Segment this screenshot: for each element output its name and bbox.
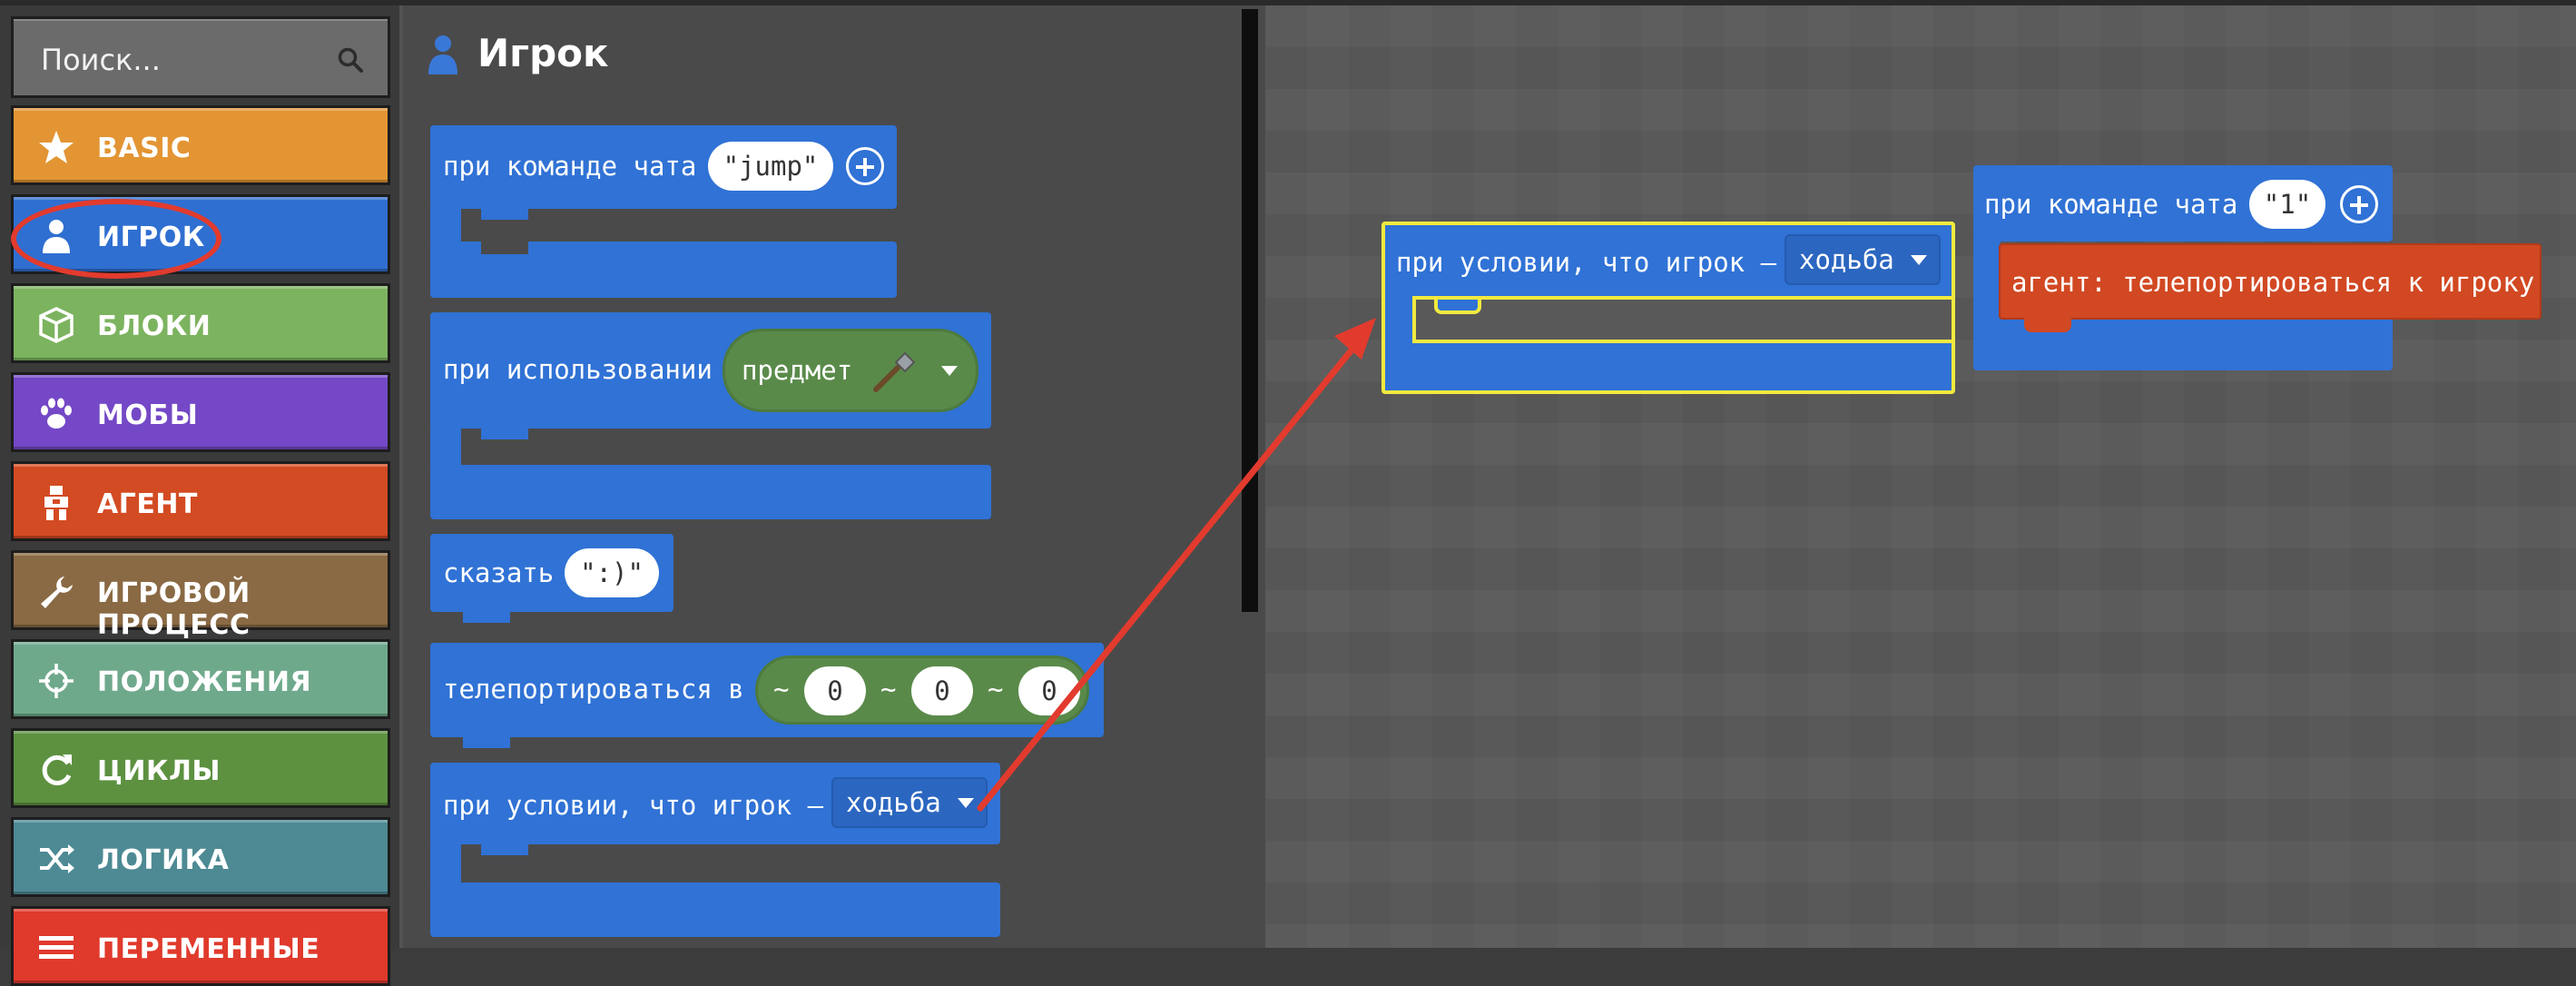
coord-y-field[interactable]: 0: [911, 666, 973, 715]
item-label: предмет: [742, 355, 853, 386]
category-label: ЦИКЛЫ: [97, 755, 221, 787]
list-icon: [39, 936, 74, 959]
person-icon: [428, 35, 457, 74]
category-variables[interactable]: ПЕРЕМЕННЫЕ: [11, 906, 390, 986]
chevron-down-icon: [941, 366, 958, 376]
category-label: ЛОГИКА: [97, 844, 230, 876]
category-label: ИГРОВОЙ ПРОЦЕСС: [97, 577, 251, 641]
state-dropdown[interactable]: ходьба: [1785, 234, 1941, 285]
state-value: ходьба: [846, 787, 941, 818]
tilde-y: ~: [880, 674, 897, 705]
crosshair-icon: [39, 664, 74, 698]
add-parameter-icon[interactable]: [846, 147, 884, 185]
category-label: BASIC: [97, 133, 192, 164]
category-basic[interactable]: BASIC: [11, 105, 390, 185]
category-label: АГЕНТ: [97, 488, 198, 520]
category-blocks[interactable]: БЛОКИ: [11, 283, 390, 363]
wrench-icon: [41, 577, 73, 608]
tilde-x: ~: [773, 674, 790, 705]
star-icon: [39, 131, 74, 163]
toolbox-sidebar: Поиск... BASIC ИГРОК БЛОКИ МОБЫ АГЕНТ ИГ…: [0, 5, 399, 986]
paw-icon: [41, 398, 72, 429]
block-label: при условии, что игрок –: [443, 790, 824, 821]
block-label: сказать: [443, 557, 555, 588]
category-label: ПОЛОЖЕНИЯ: [97, 666, 312, 698]
coord-z-field[interactable]: 0: [1018, 666, 1080, 715]
workspace-canvas[interactable]: [1265, 5, 2576, 948]
highlight-oval: [11, 199, 221, 279]
chat-command-field[interactable]: "jump": [708, 142, 833, 191]
shuffle-icon: [40, 844, 74, 873]
tilde-z: ~: [988, 674, 1004, 705]
chat-command-field[interactable]: "1": [2249, 180, 2325, 229]
loop-icon: [42, 754, 72, 785]
cube-icon: [39, 307, 74, 343]
shovel-icon: [873, 351, 916, 392]
item-dropdown[interactable]: предмет: [723, 329, 978, 412]
category-label: БЛОКИ: [97, 311, 211, 342]
block-label: при команде чата: [1984, 189, 2238, 220]
block-label: при условии, что игрок –: [1396, 247, 1777, 278]
category-gameplay[interactable]: ИГРОВОЙ ПРОЦЕСС: [11, 550, 390, 641]
add-parameter-icon[interactable]: [2340, 185, 2378, 223]
search-placeholder: Поиск...: [41, 43, 161, 77]
category-label: МОБЫ: [97, 399, 199, 431]
flyout-scrollbar[interactable]: [1242, 9, 1258, 612]
flyout-title: Игрок: [477, 31, 609, 75]
category-label: ПЕРЕМЕННЫЕ: [97, 933, 320, 965]
coord-x-field[interactable]: 0: [804, 666, 866, 715]
state-dropdown[interactable]: ходьба: [831, 777, 988, 828]
category-loops[interactable]: ЦИКЛЫ: [11, 728, 390, 808]
block-label: при использовании: [443, 354, 713, 385]
category-positions[interactable]: ПОЛОЖЕНИЯ: [11, 639, 390, 719]
block-label: телепортироваться в: [443, 674, 744, 705]
category-agent[interactable]: АГЕНТ: [11, 461, 390, 541]
agent-icon: [44, 486, 68, 520]
state-value: ходьба: [1799, 244, 1894, 275]
chevron-down-icon: [1910, 254, 1927, 265]
say-text-field[interactable]: ":)": [565, 548, 659, 597]
block-label: при команде чата: [443, 151, 697, 182]
block-label: агент: телепортироваться к игроку: [2011, 267, 2535, 298]
category-logic[interactable]: ЛОГИКА: [11, 817, 390, 897]
chevron-down-icon: [957, 797, 974, 808]
search-input[interactable]: Поиск...: [11, 16, 390, 98]
search-icon[interactable]: [337, 46, 364, 74]
category-mobs[interactable]: МОБЫ: [11, 372, 390, 452]
